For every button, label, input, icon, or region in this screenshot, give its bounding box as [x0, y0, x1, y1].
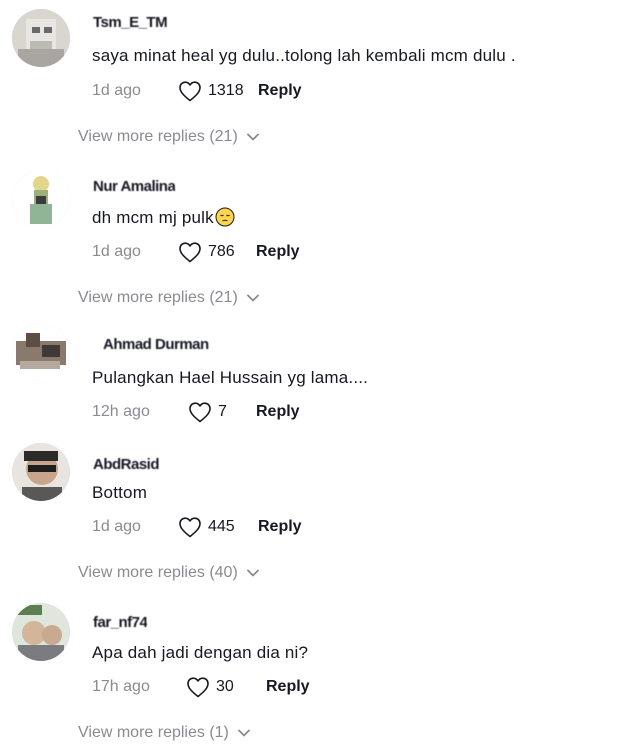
avatar-image — [12, 9, 70, 67]
comment-time: 17h ago — [92, 678, 150, 695]
like-button[interactable]: 30 — [186, 676, 266, 698]
comment-text: Bottom — [92, 483, 148, 502]
like-count: 30 — [216, 678, 234, 695]
comment-time: 1d ago — [92, 243, 141, 260]
view-more-replies[interactable]: View more replies (21) — [78, 289, 260, 307]
reply-button[interactable]: Reply — [256, 243, 300, 261]
comment-time: 12h ago — [92, 403, 150, 420]
chevron-down-icon — [246, 294, 259, 302]
chevron-down-icon — [246, 569, 259, 577]
avatar-image — [12, 443, 70, 501]
like-count: 1318 — [208, 82, 244, 99]
view-more-replies[interactable]: View more replies (40) — [78, 564, 260, 582]
like-count: 445 — [208, 518, 235, 535]
comment-meta: 12h ago 7 Reply — [92, 400, 300, 424]
view-more-replies[interactable]: View more replies (21) — [78, 128, 260, 146]
heart-outline-icon — [189, 402, 211, 423]
comment-time: 1d ago — [92, 82, 141, 99]
like-button[interactable]: 7 — [188, 401, 256, 423]
comment-text: dh mcm mj pulk — [92, 207, 235, 228]
chevron-down-icon — [246, 133, 259, 141]
pensive-face-emoji-icon — [215, 207, 235, 227]
heart-outline-icon — [179, 242, 201, 263]
username[interactable]: AbdRasid — [93, 456, 159, 476]
like-count: 7 — [218, 403, 227, 420]
comment-time: 1d ago — [92, 518, 141, 535]
avatar-image — [12, 603, 70, 661]
avatar[interactable] — [12, 170, 70, 228]
like-button[interactable]: 1318 — [178, 80, 256, 102]
reply-button[interactable]: Reply — [256, 403, 300, 421]
reply-button[interactable]: Reply — [266, 678, 310, 696]
comment-meta: 17h ago 30 Reply — [92, 675, 310, 699]
view-more-label: View more replies (21) — [78, 289, 238, 306]
view-more-label: View more replies (1) — [78, 724, 229, 741]
like-count: 786 — [208, 243, 235, 260]
view-more-label: View more replies (21) — [78, 128, 238, 145]
username[interactable]: Nur Amalina — [93, 178, 175, 198]
avatar[interactable] — [12, 9, 70, 67]
like-button[interactable]: 786 — [178, 241, 256, 263]
comment-text-content: dh mcm mj pulk — [92, 208, 214, 227]
avatar[interactable] — [12, 323, 70, 381]
comment-meta: 1d ago 786 Reply — [92, 240, 300, 264]
chevron-down-icon — [237, 729, 250, 737]
comment-text: saya minat heal yg dulu..tolong lah kemb… — [92, 46, 516, 65]
heart-outline-icon — [187, 677, 209, 698]
heart-outline-icon — [179, 517, 201, 538]
comment-text: Pulangkan Hael Hussain yg lama.... — [92, 368, 369, 387]
reply-button[interactable]: Reply — [258, 518, 302, 536]
comment-meta: 1d ago 445 Reply — [92, 515, 302, 539]
avatar-image — [12, 170, 70, 228]
username[interactable]: far_nf74 — [93, 614, 147, 634]
username[interactable]: Ahmad Durman — [103, 336, 209, 356]
reply-button[interactable]: Reply — [258, 82, 302, 100]
heart-outline-icon — [179, 81, 201, 102]
view-more-label: View more replies (40) — [78, 564, 238, 581]
comment-meta: 1d ago 1318 Reply — [92, 79, 302, 103]
avatar[interactable] — [12, 603, 70, 661]
avatar-image — [12, 323, 70, 381]
comment-text: Apa dah jadi dengan dia ni? — [92, 643, 309, 662]
avatar[interactable] — [12, 443, 70, 501]
view-more-replies[interactable]: View more replies (1) — [78, 724, 251, 742]
like-button[interactable]: 445 — [178, 516, 256, 538]
username[interactable]: Tsm_E_TM — [93, 14, 167, 34]
